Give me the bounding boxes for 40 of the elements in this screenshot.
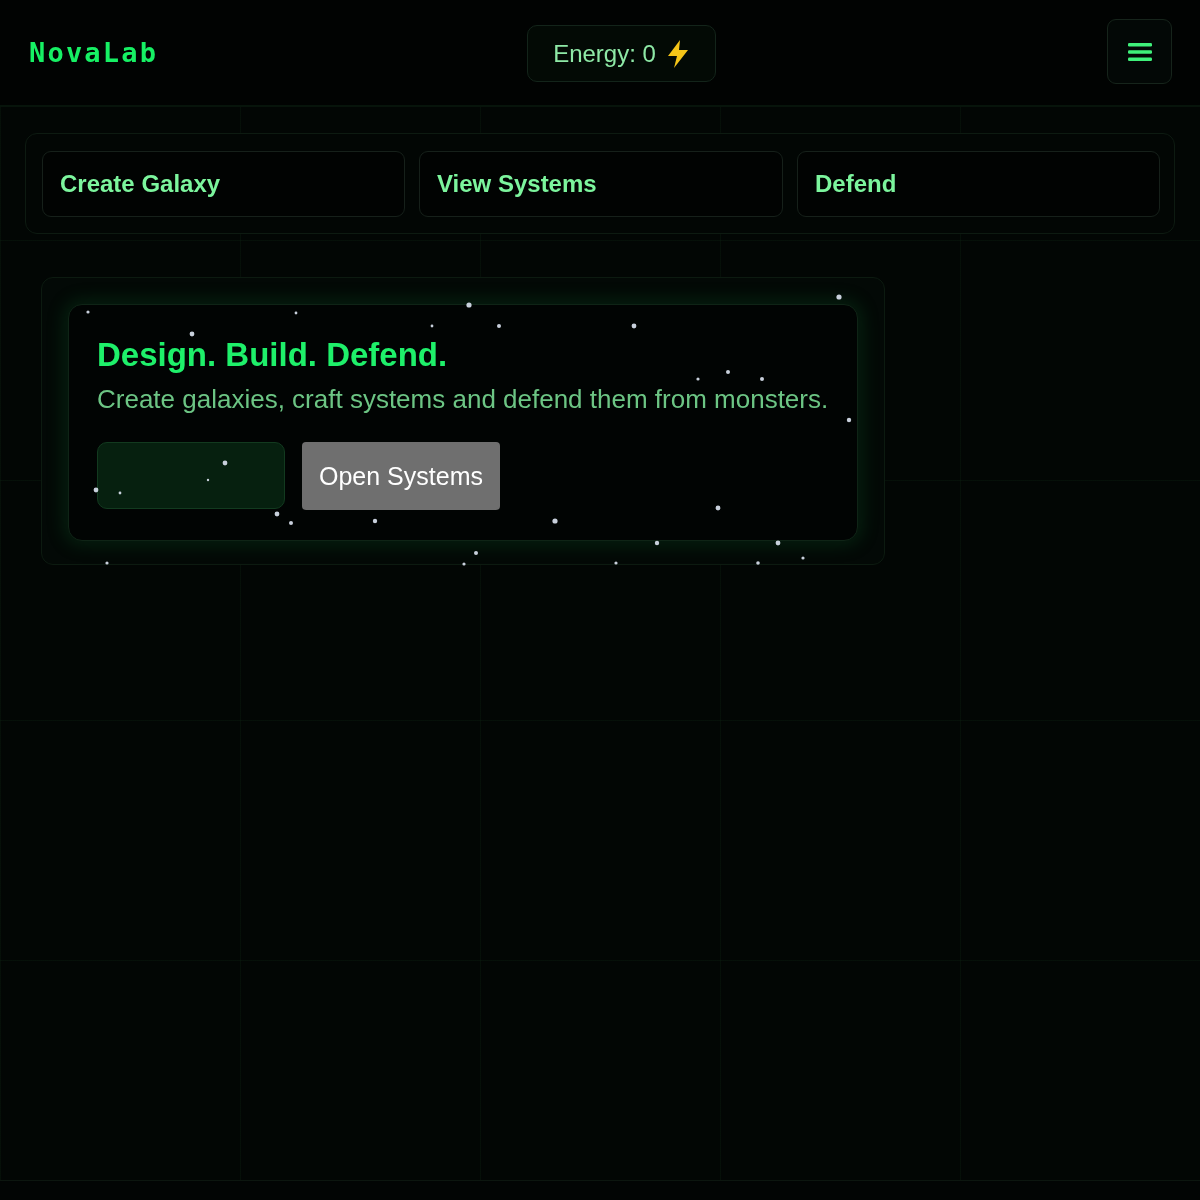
star-dot	[222, 460, 228, 466]
hero-subtitle: Create galaxies, craft systems and defend them from monsters.	[97, 384, 829, 414]
star-dot	[846, 417, 852, 423]
star-dot	[552, 518, 558, 524]
star-dot	[462, 562, 466, 566]
open-systems-button[interactable]: Open Systems	[302, 442, 500, 510]
energy-text: Energy: 0	[553, 39, 656, 68]
star-dot	[274, 511, 280, 517]
star-dot	[86, 310, 90, 314]
star-dot	[715, 505, 721, 511]
nav-button[interactable]: View Systems	[419, 151, 783, 217]
star-dot	[474, 551, 478, 555]
star-dot	[614, 561, 618, 565]
star-dot	[118, 491, 122, 495]
star-dot	[189, 331, 195, 337]
star-dot	[756, 561, 760, 565]
nav-button[interactable]: Defend	[797, 151, 1160, 217]
star-dot	[801, 556, 805, 560]
star-dot	[289, 521, 293, 525]
lightning-icon	[665, 39, 690, 68]
star-dot	[105, 561, 109, 565]
star-dot	[631, 323, 637, 329]
star-dot	[430, 324, 434, 328]
star-dot	[775, 540, 781, 546]
nav-button[interactable]: Create Galaxy	[42, 151, 405, 217]
star-dot	[726, 370, 730, 374]
star-dot	[696, 377, 700, 381]
star-dot	[93, 487, 99, 493]
menu-icon	[1127, 41, 1152, 62]
star-dot	[836, 294, 842, 300]
star-dot	[760, 377, 764, 381]
logo-text: NovaLab	[29, 37, 159, 68]
hero-title: Design. Build. Defend.	[97, 335, 448, 375]
menu-button[interactable]	[1107, 19, 1172, 84]
star-dot	[206, 478, 210, 482]
star-dot	[497, 324, 501, 328]
star-dot	[654, 540, 660, 546]
star-dot	[466, 302, 472, 308]
star-dot	[372, 518, 378, 524]
star-dot	[294, 311, 298, 315]
